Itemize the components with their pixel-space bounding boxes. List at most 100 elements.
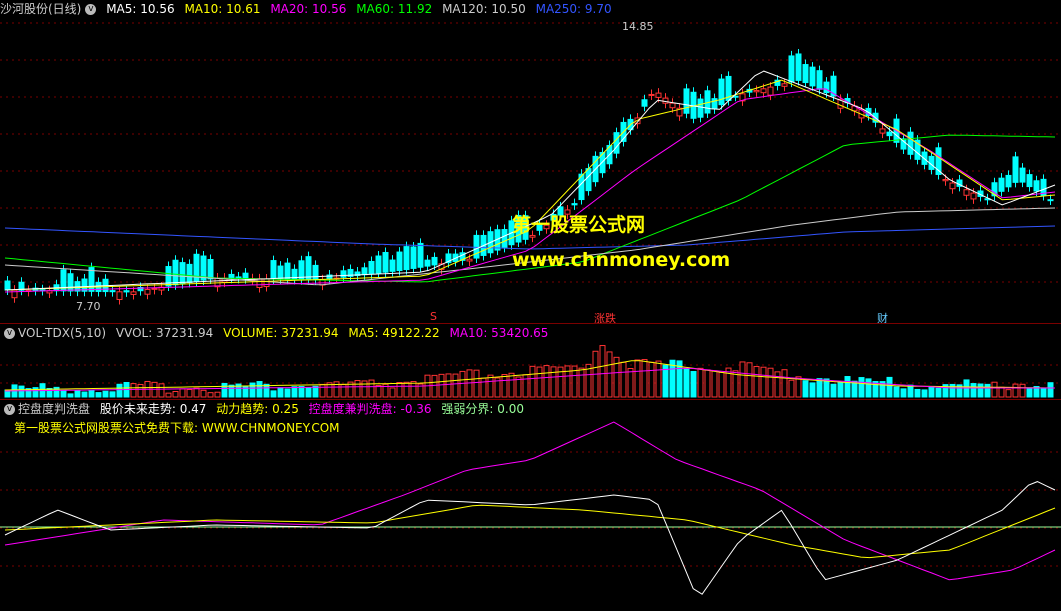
candle-body [256, 278, 263, 288]
volume-bar [487, 374, 494, 398]
candle-body [172, 259, 179, 286]
ma20-label: MA20: 10.56 [270, 2, 347, 16]
ma250-label: MA250: 9.70 [535, 2, 612, 16]
candle-body [130, 291, 137, 295]
candle-body [942, 178, 949, 182]
volume-bar [109, 391, 116, 398]
volume-bar [753, 366, 760, 398]
volume-bar [627, 368, 634, 398]
ma60-label: MA60: 11.92 [356, 2, 433, 16]
candle-body [1019, 167, 1026, 183]
vol-indicator-name[interactable]: VOL-TDX(5,10) [18, 326, 106, 340]
volume-bar [928, 385, 935, 398]
volume-bar [172, 390, 179, 398]
volume-bar [340, 384, 347, 398]
volume-bar [991, 381, 998, 398]
volume-bar [137, 384, 144, 398]
volume-bar [697, 367, 704, 398]
volume-bar [18, 385, 25, 398]
candle-body [263, 278, 270, 288]
candle-body [116, 291, 123, 300]
volume-bar [711, 370, 718, 398]
volume-bar [634, 359, 641, 398]
volume-bar [60, 390, 67, 398]
candle-body [305, 256, 312, 281]
candle-body [284, 262, 291, 280]
volume-bar [865, 378, 872, 398]
volume-bar [998, 386, 1005, 398]
candle-body [753, 89, 760, 93]
volume-bar [970, 383, 977, 398]
volume-bar [809, 382, 816, 398]
ind-indicator-name[interactable]: 控盘度判洗盘 [18, 402, 90, 416]
trend-label: 股价未来走势: 0.47 [99, 402, 207, 416]
vol-ma5-label: MA5: 49122.22 [348, 326, 440, 340]
candle-body [641, 99, 648, 107]
candle-body [368, 260, 375, 275]
vvol-label: VVOL: 37231.94 [115, 326, 214, 340]
watermark-title: 第一股票公式网 [512, 214, 646, 236]
candle-body [879, 128, 886, 134]
candle-body [648, 93, 655, 96]
volume-bar [795, 376, 802, 398]
event-marker-s[interactable]: S [430, 310, 437, 323]
candle-body [613, 132, 620, 154]
collapse-icon[interactable]: v [85, 4, 97, 15]
volume-bar [816, 378, 823, 398]
volume-bar [438, 373, 445, 398]
candle-body [270, 260, 277, 280]
volume-bar [704, 369, 711, 398]
volume-bar [116, 383, 123, 398]
collapse-icon[interactable]: v [4, 328, 15, 339]
candle-body [431, 256, 438, 266]
candle-body [1047, 199, 1054, 202]
candle-body [970, 192, 977, 200]
candle-body [424, 259, 431, 267]
candle-body [144, 289, 151, 295]
volume-bar [501, 374, 508, 398]
candle-body [242, 272, 249, 280]
volume-bar [214, 391, 221, 398]
candle-body [417, 242, 424, 268]
volume-bar [354, 380, 361, 398]
volume-bar [95, 392, 102, 398]
candle-body [571, 203, 578, 206]
volume-bar [88, 389, 95, 398]
volume-bar [655, 360, 662, 398]
volume-bar [312, 385, 319, 398]
low-price-label: 7.70 [76, 300, 101, 313]
volume-bar [739, 361, 746, 398]
candle-body [186, 263, 193, 283]
volume-bar [746, 362, 753, 398]
volume-bar [550, 366, 557, 398]
volume-bar [291, 386, 298, 398]
promo-text: 第一股票公式网股票公式免费下载: WWW.CHNMONEY.COM [14, 421, 340, 435]
candle-body [998, 177, 1005, 192]
volume-bar [1040, 388, 1047, 398]
volume-bar [837, 382, 844, 398]
candle-body [361, 267, 368, 276]
candle-body [1026, 174, 1033, 188]
volume-bar [473, 369, 480, 398]
volume-bar [445, 373, 452, 398]
power-line [4, 504, 1056, 559]
volume-bar [396, 382, 403, 398]
volume-bar [207, 392, 214, 398]
volume-bar [648, 361, 655, 398]
wash-line [4, 421, 1056, 581]
candle-body [88, 267, 95, 292]
stock-chart-canvas[interactable] [0, 0, 1061, 611]
candle-body [466, 258, 473, 262]
price-panel-header: 沙河股份(日线) v MA5: 10.56 MA10: 10.61 MA20: 1… [0, 0, 618, 18]
volume-bar [403, 381, 410, 398]
volume-bar [536, 366, 543, 398]
ma120-label: MA120: 10.50 [442, 2, 526, 16]
candle-body [718, 78, 725, 106]
wash-label: 控盘度兼判洗盘: -0.36 [308, 402, 432, 416]
collapse-icon[interactable]: v [4, 404, 15, 415]
candle-body [312, 264, 319, 281]
candle-body [389, 259, 396, 272]
indicator-panel-header: v 控盘度判洗盘 股价未来走势: 0.47 动力趋势: 0.25 控盘度兼判洗盘:… [0, 400, 530, 418]
power-label: 动力趋势: 0.25 [216, 402, 299, 416]
volume-bar [480, 377, 487, 398]
